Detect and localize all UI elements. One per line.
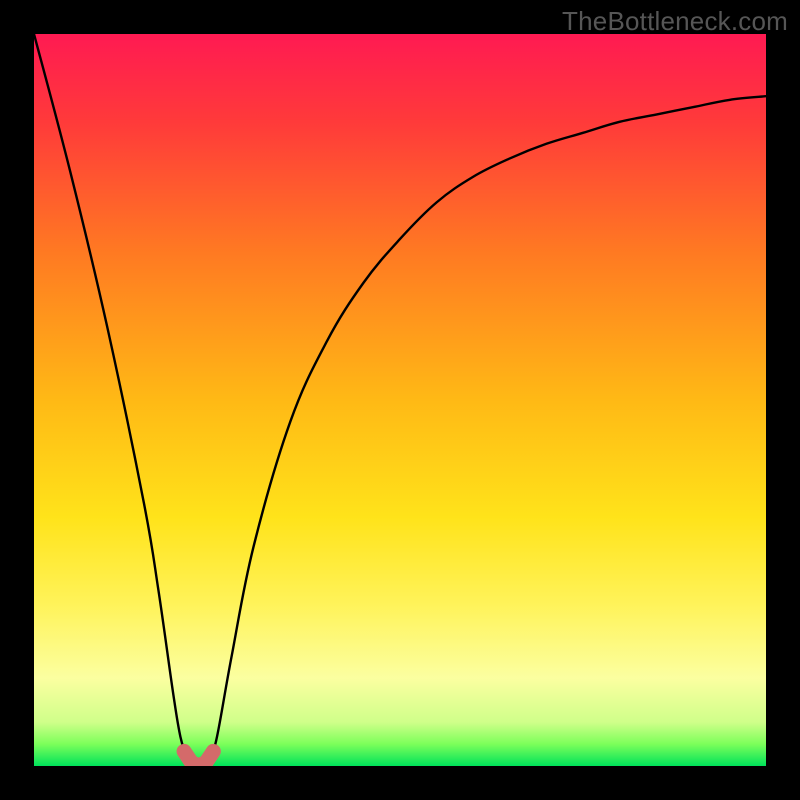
watermark-text: TheBottleneck.com: [562, 6, 788, 37]
bottleneck-chart: [34, 34, 766, 766]
gradient-background: [34, 34, 766, 766]
plot-area: [34, 34, 766, 766]
chart-frame: TheBottleneck.com: [0, 0, 800, 800]
